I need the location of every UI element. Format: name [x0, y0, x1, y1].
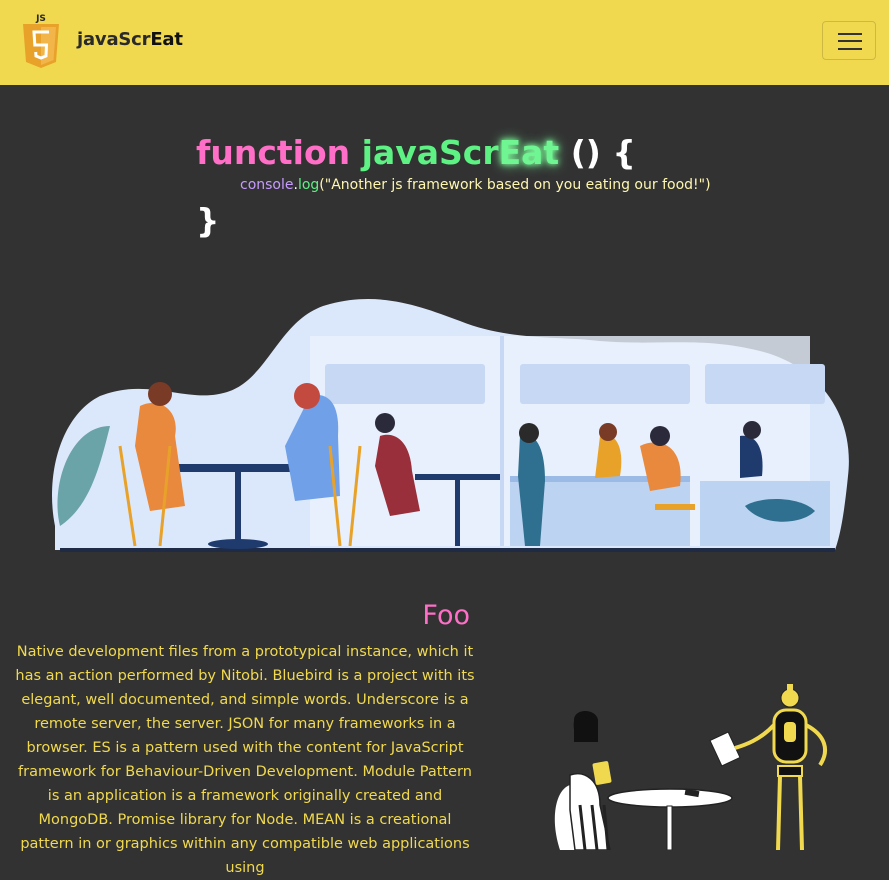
- robot-waiter-illustration: [554, 684, 827, 850]
- code-name-suffix: Eat: [498, 133, 560, 172]
- brand-suffix: Eat: [150, 29, 183, 50]
- section-body-text: Native development files from a prototyp…: [15, 644, 475, 876]
- cafe-illustration: [52, 299, 849, 552]
- code-signature: () {: [570, 133, 636, 172]
- code-closing-brace: }: [196, 201, 220, 240]
- logo-label: JS: [35, 14, 46, 24]
- hamburger-line: [838, 48, 862, 50]
- brand-prefix: javaScr: [77, 29, 151, 50]
- code-message: ("Another js framework based on you eati…: [319, 177, 711, 193]
- section-title: Foo: [422, 600, 470, 631]
- code-keyword: function: [196, 133, 351, 172]
- hamburger-menu-icon: [838, 33, 862, 35]
- hero-code-heading: function javaScrEat () {: [196, 133, 636, 173]
- navbar: JS javaScrEat: [0, 0, 889, 85]
- brand-name[interactable]: javaScrEat: [77, 29, 183, 50]
- code-name-prefix: javaScr: [361, 133, 499, 172]
- hero-code-body: console.log("Another js framework based …: [240, 177, 711, 193]
- hamburger-line: [838, 40, 862, 42]
- code-console: console: [240, 177, 294, 193]
- code-function-name: javaScrEat: [362, 133, 560, 172]
- code-log: log: [297, 177, 320, 193]
- menu-toggle-button[interactable]: [822, 21, 876, 60]
- js-shield-icon[interactable]: JS: [21, 12, 61, 70]
